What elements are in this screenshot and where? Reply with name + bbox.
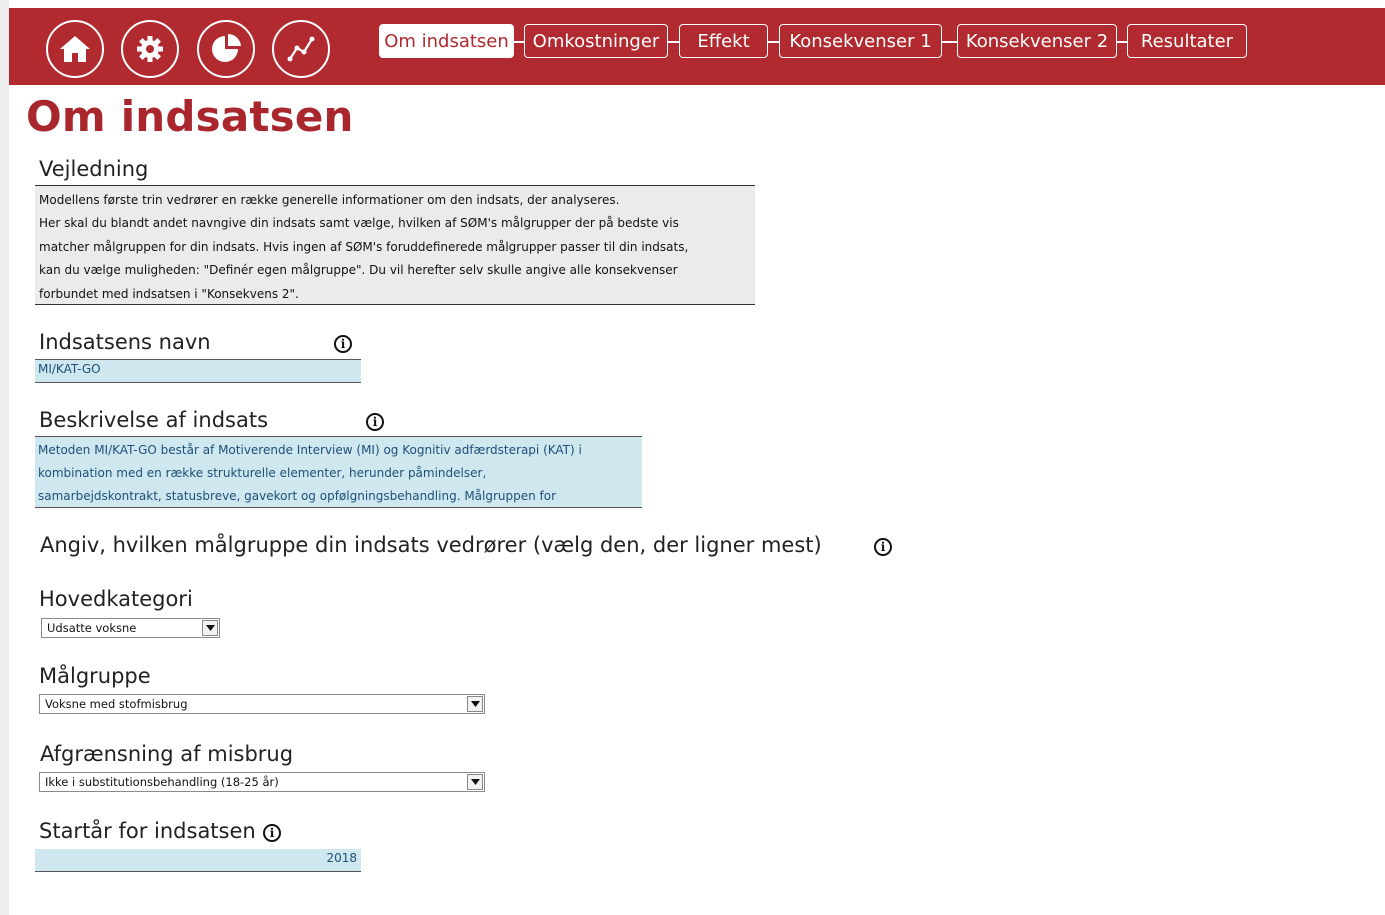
guide-line: Modellens første trin vedrører en række …: [39, 193, 620, 207]
tab-om-indsatsen[interactable]: Om indsatsen: [379, 24, 514, 58]
pie-chart-button[interactable]: [197, 20, 255, 78]
guide-line: matcher målgruppen for din indsats. Hvis…: [39, 239, 689, 254]
malgruppe-value: Voksne med stofmisbrug: [45, 697, 188, 711]
tab-omkostninger[interactable]: Omkostninger: [524, 24, 668, 58]
tab-konsekvenser-1[interactable]: Konsekvenser 1: [779, 24, 942, 58]
name-heading: Indsatsens navn: [39, 330, 211, 354]
tab-resultater[interactable]: Resultater: [1127, 24, 1247, 58]
top-navigation-bar: Om indsatsen Omkostninger Effekt Konsekv…: [9, 8, 1385, 85]
tab-konsekvenser-2[interactable]: Konsekvenser 2: [957, 24, 1117, 58]
malgruppe-select[interactable]: Voksne med stofmisbrug: [39, 694, 485, 714]
home-button[interactable]: [46, 20, 104, 78]
description-line: Metoden MI/KAT-GO består af Motiverende …: [38, 443, 582, 457]
guide-heading: Vejledning: [39, 157, 149, 181]
settings-button[interactable]: [121, 20, 179, 78]
tab-connector: [768, 41, 779, 43]
startaar-info-icon[interactable]: i: [263, 824, 281, 842]
hovedkategori-select[interactable]: Udsatte voksne: [41, 618, 220, 638]
guide-line: Her skal du blandt andet navngive din in…: [39, 216, 679, 231]
startaar-label: Startår for indsatsen: [39, 819, 256, 843]
tab-connector: [668, 41, 679, 43]
malgruppe-label: Målgruppe: [39, 664, 151, 688]
hovedkategori-value: Udsatte voksne: [47, 621, 137, 635]
hovedkategori-label: Hovedkategori: [39, 587, 193, 611]
tab-effekt[interactable]: Effekt: [679, 24, 768, 58]
line-chart-icon: [287, 36, 315, 62]
afgraensning-label: Afgrænsning af misbrug: [40, 742, 294, 766]
description-info-icon[interactable]: i: [366, 413, 384, 431]
guide-line: kan du vælge muligheden: "Definér egen m…: [39, 263, 678, 278]
afgraensning-value: Ikke i substitutionsbehandling (18-25 år…: [45, 775, 279, 789]
pie-chart-icon: [212, 33, 241, 62]
chevron-down-icon[interactable]: [467, 774, 483, 790]
chevron-down-icon[interactable]: [202, 620, 218, 636]
page-title: Om indsatsen: [26, 92, 354, 141]
chevron-down-icon[interactable]: [467, 696, 483, 712]
description-line: samarbejdskontrakt, statusbreve, gavekor…: [38, 489, 557, 503]
line-chart-button[interactable]: [272, 20, 330, 78]
tab-connector: [942, 41, 957, 43]
description-field[interactable]: Metoden MI/KAT-GO består af Motiverende …: [35, 436, 642, 508]
name-info-icon[interactable]: i: [334, 335, 352, 353]
afgraensning-select[interactable]: Ikke i substitutionsbehandling (18-25 år…: [39, 772, 485, 792]
startaar-field[interactable]: 2018: [35, 849, 361, 872]
indsats-name-field[interactable]: MI/KAT-GO: [35, 359, 361, 383]
description-heading: Beskrivelse af indsats: [39, 408, 269, 432]
guide-line: forbundet med indsatsen i "Konsekvens 2"…: [39, 286, 299, 301]
target-info-icon[interactable]: i: [874, 538, 892, 556]
target-prompt: Angiv, hvilken målgruppe din indsats ved…: [40, 533, 822, 557]
gear-icon: [137, 36, 163, 62]
tab-connector: [1117, 41, 1127, 43]
left-edge-strip: [0, 0, 9, 915]
home-icon: [60, 36, 90, 62]
tab-connector: [514, 41, 524, 43]
description-line: kombination med en række strukturelle el…: [38, 466, 487, 480]
guide-text-box: Modellens første trin vedrører en række …: [35, 185, 755, 305]
